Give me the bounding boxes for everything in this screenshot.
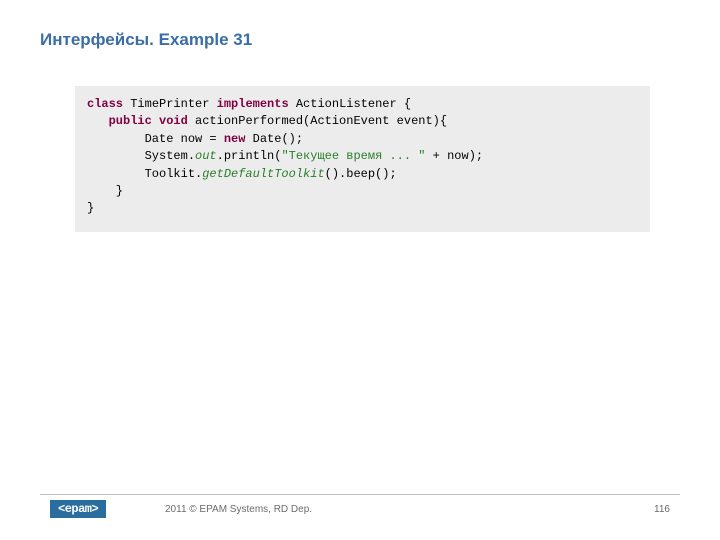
code-block: class TimePrinter implements ActionListe… [75, 86, 650, 232]
code-text: } [87, 184, 123, 198]
code-text: Date(); [245, 132, 303, 146]
epam-logo: <epam> [50, 500, 106, 518]
code-italic: getDefaultToolkit [202, 167, 324, 181]
kw-implements: implements [217, 97, 289, 111]
footer: <epam> 2011 © EPAM Systems, RD Dep. 116 [0, 494, 720, 522]
code-text: ().beep(); [325, 167, 397, 181]
kw-new: new [224, 132, 246, 146]
code-text: System. [87, 149, 195, 163]
code-text: } [87, 201, 94, 215]
kw-public-void: public void [109, 114, 188, 128]
code-text: .println( [217, 149, 282, 163]
code-text: Date now = [87, 132, 224, 146]
slide-title: Интерфейсы. Example 31 [40, 30, 252, 50]
code-string: "Текущее время ... " [281, 149, 425, 163]
code-text: Toolkit. [87, 167, 202, 181]
footer-divider [40, 494, 680, 495]
code-text: + now); [425, 149, 483, 163]
code-text: actionPerformed(ActionEvent event){ [188, 114, 447, 128]
page-number: 116 [654, 504, 670, 515]
kw-class: class [87, 97, 123, 111]
code-italic: out [195, 149, 217, 163]
code-text: ActionListener { [289, 97, 411, 111]
code-text: TimePrinter [123, 97, 217, 111]
footer-copyright: 2011 © EPAM Systems, RD Dep. [165, 504, 312, 515]
